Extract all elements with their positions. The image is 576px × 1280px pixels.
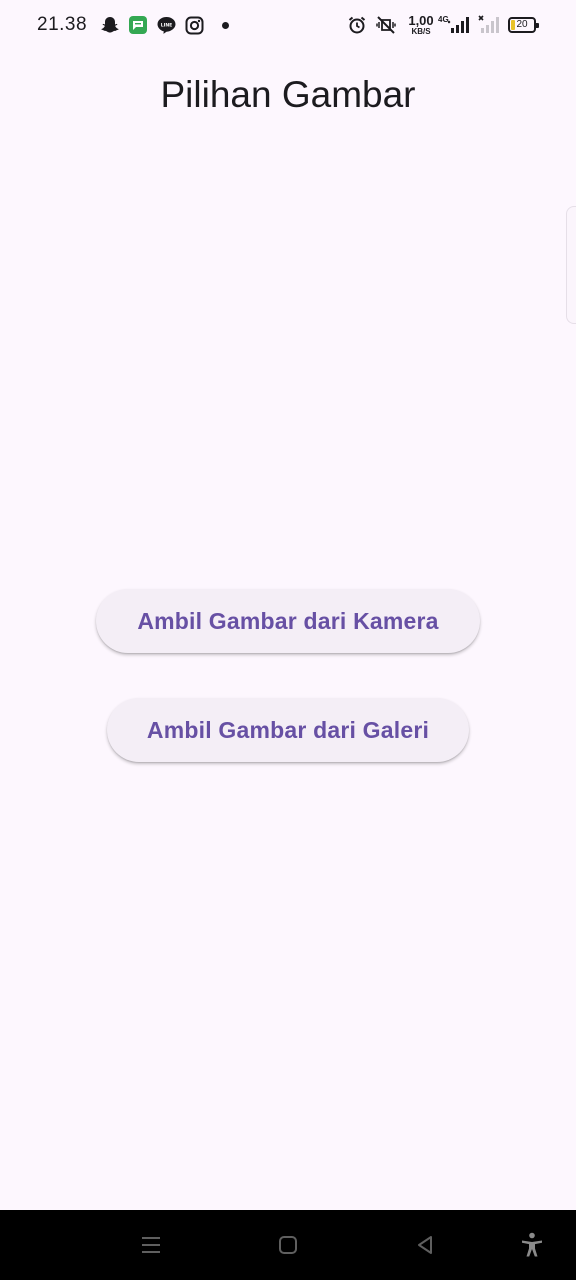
- signal-sim2-icon: [477, 14, 501, 36]
- take-photo-camera-button[interactable]: Ambil Gambar dari Kamera: [96, 589, 480, 653]
- battery-level: 20: [516, 19, 528, 30]
- status-bar: 21.38 LINE 1,00 KB/S 4G 20: [0, 0, 576, 52]
- signal-strength-icon: [447, 14, 471, 36]
- app-screen: 21.38 LINE 1,00 KB/S 4G 20 Pilihan Gamba…: [0, 0, 576, 1280]
- network-speed-value: 1,00: [408, 13, 434, 28]
- accessibility-icon[interactable]: [517, 1230, 547, 1260]
- menu-icon[interactable]: [136, 1230, 166, 1260]
- line-icon: LINE: [155, 14, 177, 36]
- more-notifications-dot: [222, 22, 229, 29]
- mute-vibrate-icon: [373, 14, 399, 36]
- instagram-icon: [183, 14, 205, 36]
- status-time: 21.38: [37, 14, 88, 35]
- battery-icon: 20: [508, 17, 539, 33]
- home-icon[interactable]: [273, 1230, 303, 1260]
- alarm-icon: [346, 14, 368, 36]
- svg-text:LINE: LINE: [160, 23, 172, 29]
- pick-image-gallery-button[interactable]: Ambil Gambar dari Galeri: [107, 698, 469, 762]
- messages-icon: [127, 14, 149, 36]
- back-icon[interactable]: [410, 1230, 440, 1260]
- navigation-bar: [0, 1210, 576, 1280]
- network-speed-unit: KB/S: [411, 27, 431, 36]
- edge-panel-handle[interactable]: [566, 206, 576, 324]
- network-speed: 1,00 KB/S: [406, 14, 436, 36]
- page-title: Pilihan Gambar: [160, 74, 416, 115]
- snapchat-icon: [99, 14, 121, 36]
